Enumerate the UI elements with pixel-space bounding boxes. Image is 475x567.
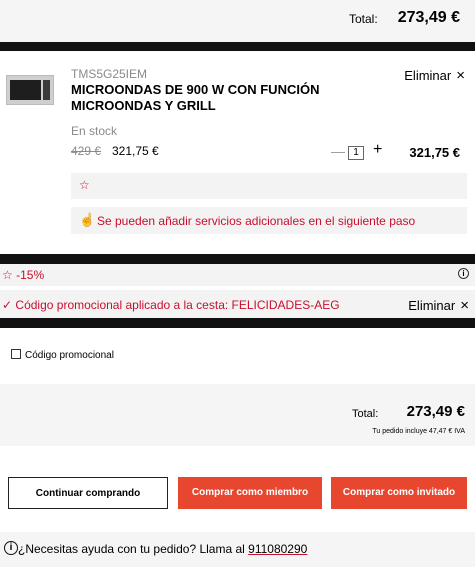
price-original: 429 €	[71, 144, 102, 158]
remove-promo-label: Eliminar	[408, 298, 456, 313]
continue-shopping-button[interactable]: Continuar comprando	[8, 477, 168, 509]
product-image[interactable]	[6, 75, 54, 105]
promo-code-label: Código promocional	[25, 350, 114, 361]
services-notice: ☝ Se pueden añadir servicios adicionales…	[71, 207, 467, 234]
close-icon: ×	[460, 297, 469, 314]
product-sku: TMS5G25IEM	[71, 67, 148, 81]
star-icon[interactable]: ☆	[79, 178, 90, 192]
promo-code-toggle[interactable]: Código promocional	[11, 349, 114, 361]
total-value: 273,49 €	[397, 9, 460, 26]
promo-applied-row: ✓ Código promocional aplicado a la cesta…	[0, 290, 475, 318]
help-text: ¿Necesitas ayuda con tu pedido? Llama al…	[18, 542, 307, 556]
promo-applied-text: ✓ Código promocional aplicado a la cesta…	[2, 298, 340, 312]
help-bar: i ¿Necesitas ayuda con tu pedido? Llama …	[0, 532, 475, 567]
summary-total-label: Total:	[352, 408, 379, 420]
wishlist-bar[interactable]: ☆	[71, 173, 467, 199]
discount-text: ☆ -15%	[2, 268, 44, 282]
divider-bar	[0, 318, 475, 328]
phone-link[interactable]: 911080290	[248, 542, 307, 556]
price-discounted: 321,75 €	[112, 144, 159, 158]
checkout-member-button[interactable]: Comprar como miembro	[178, 477, 322, 509]
promo-code-checkbox[interactable]	[11, 349, 21, 359]
line-total: 321,75 €	[409, 145, 460, 160]
hand-pointer-icon: ☝	[79, 212, 96, 227]
quantity-input[interactable]: 1	[348, 146, 364, 160]
order-summary: Total: 273,49 € Tu pedido incluye 47,47 …	[0, 384, 475, 446]
remove-item-label: Eliminar	[404, 68, 452, 83]
decrease-quantity-button[interactable]: —	[331, 143, 345, 159]
vat-note: Tu pedido incluye 47,47 € IVA	[372, 428, 465, 435]
close-icon: ×	[456, 67, 465, 84]
discount-row: ☆ -15% i	[0, 264, 475, 286]
microwave-door	[10, 80, 41, 100]
star-icon: ☆	[2, 268, 13, 282]
services-notice-text: Se pueden añadir servicios adicionales e…	[97, 214, 416, 228]
microwave-panel	[43, 80, 50, 100]
cart-total-header: Total: 273,49 €	[0, 0, 475, 42]
divider-bar	[0, 254, 475, 264]
info-icon: i	[4, 541, 18, 555]
cart-item: TMS5G25IEM Eliminar × MICROONDAS DE 900 W…	[0, 51, 475, 254]
remove-promo-button[interactable]: Eliminar ×	[408, 297, 469, 314]
promo-applied-message: Código promocional aplicado a la cesta: …	[15, 298, 340, 312]
help-message: ¿Necesitas ayuda con tu pedido? Llama al	[18, 542, 249, 556]
discount-percent: -15%	[16, 268, 45, 282]
summary-total-value: 273,49 €	[406, 403, 465, 420]
divider-bar	[0, 42, 475, 51]
increase-quantity-button[interactable]: +	[373, 141, 382, 159]
check-icon: ✓	[2, 298, 13, 312]
info-icon[interactable]: i	[458, 268, 469, 279]
product-title[interactable]: MICROONDAS DE 900 W CON FUNCIÓN MICROOND…	[71, 82, 401, 114]
remove-item-button[interactable]: Eliminar ×	[404, 67, 465, 84]
stock-status: En stock	[71, 124, 118, 138]
checkout-guest-button[interactable]: Comprar como invitado	[331, 477, 467, 509]
total-label: Total:	[349, 12, 378, 26]
